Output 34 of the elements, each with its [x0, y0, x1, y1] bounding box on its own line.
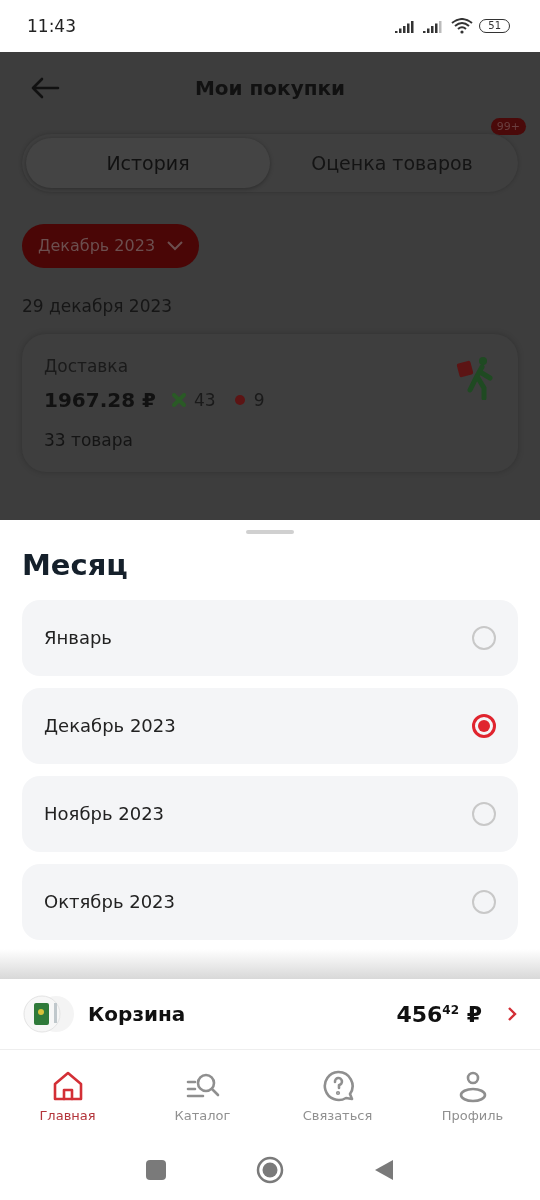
option-label: Январь	[44, 627, 112, 649]
status-time: 11:43	[27, 15, 76, 36]
back-triangle-icon[interactable]	[374, 1159, 394, 1181]
tomato-icon	[233, 393, 246, 406]
home-button-icon[interactable]	[256, 1156, 284, 1184]
month-filter-button[interactable]: Декабрь 2023	[22, 223, 200, 268]
nav-tab[interactable]: Связаться	[270, 1050, 405, 1141]
cart-bar[interactable]: Корзина 456$^{42}$ ₽	[0, 979, 540, 1051]
radio-button[interactable]	[472, 889, 496, 914]
wifi-icon	[451, 17, 474, 34]
nav-tab[interactable]: Каталог	[135, 1050, 270, 1141]
cart-label: Корзина	[88, 1002, 187, 1027]
back-icon[interactable]	[30, 75, 60, 100]
month-option[interactable]: Ноябрь 2023	[22, 775, 518, 852]
radio-button[interactable]	[472, 801, 496, 826]
chevron-down-icon	[167, 240, 184, 251]
drag-handle[interactable]	[246, 529, 294, 534]
month-option[interactable]: Декабрь 2023	[22, 687, 518, 764]
cart-price: 456$^{42}$ ₽	[396, 1001, 482, 1027]
option-label: Октябрь 2023	[44, 891, 176, 913]
month-option[interactable]: Январь	[22, 599, 518, 676]
chevron-right-icon	[506, 1006, 518, 1023]
sheet-title: Месяц	[22, 547, 129, 582]
clover-icon	[172, 392, 186, 407]
nav-tab[interactable]: Профиль	[405, 1050, 540, 1141]
courier-icon	[456, 355, 496, 400]
radio-button[interactable]	[472, 625, 496, 650]
cart-products-icon	[22, 994, 76, 1035]
recents-icon[interactable]	[146, 1160, 166, 1180]
radio-button[interactable]	[472, 713, 496, 738]
option-label: Декабрь 2023	[44, 715, 176, 737]
nav-tab[interactable]: Главная	[0, 1050, 135, 1141]
option-label: Ноябрь 2023	[44, 803, 165, 825]
month-option[interactable]: Октябрь 2023	[22, 863, 518, 940]
